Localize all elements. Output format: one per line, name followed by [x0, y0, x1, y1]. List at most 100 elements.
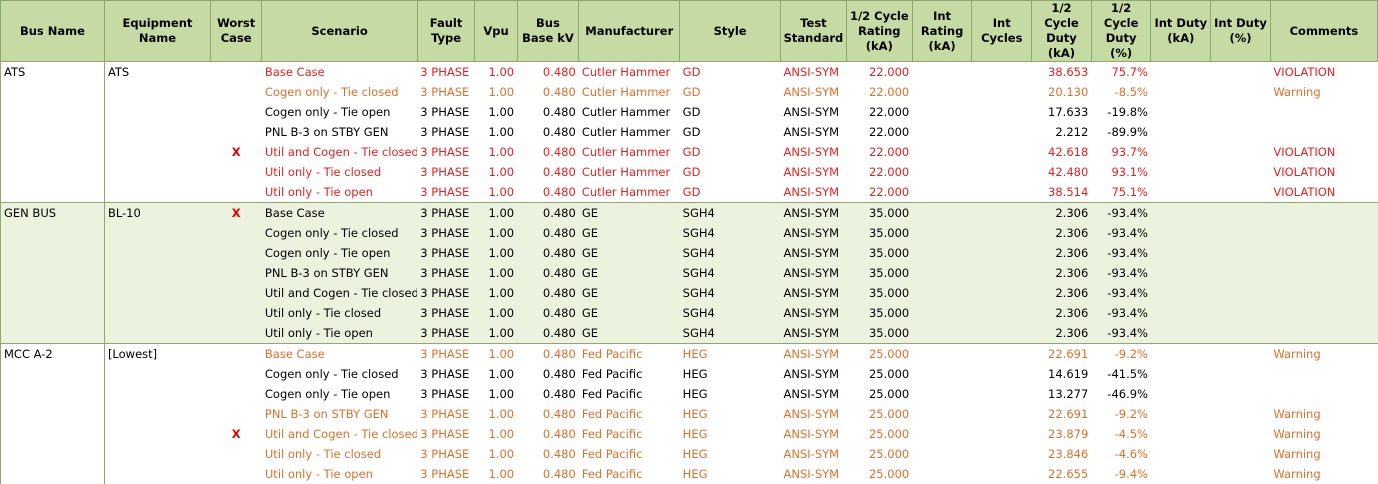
test-standard-cell: ANSI-SYM	[781, 62, 847, 83]
table-row[interactable]: Util only - Tie open3 PHASE1.000.480GESG…	[1, 323, 1378, 344]
equipment-name-cell	[104, 243, 210, 263]
vpu-cell: 1.00	[475, 142, 517, 162]
column-header-fault-type[interactable]: Fault Type	[417, 1, 475, 62]
table-row[interactable]: Cogen only - Tie open3 PHASE1.000.480GES…	[1, 243, 1378, 263]
worst-case-marker	[210, 464, 261, 484]
worst-case-marker	[210, 162, 261, 182]
equipment-name-cell	[104, 404, 210, 424]
table-row[interactable]: PNL B-3 on STBY GEN3 PHASE1.000.480Fed P…	[1, 404, 1378, 424]
column-header-bus-base-kv[interactable]: Bus Base kV	[517, 1, 579, 62]
scenario-cell: Cogen only - Tie open	[262, 102, 417, 122]
fault-type-cell: 3 PHASE	[417, 102, 475, 122]
table-row[interactable]: ATSATSBase Case3 PHASE1.000.480Cutler Ha…	[1, 62, 1378, 83]
table-row[interactable]: Util only - Tie open3 PHASE1.000.480Cutl…	[1, 182, 1378, 203]
table-row[interactable]: Cogen only - Tie open3 PHASE1.000.480Cut…	[1, 102, 1378, 122]
half-cycle-duty-pct-cell: -93.4%	[1091, 223, 1151, 243]
table-row[interactable]: Util only - Tie open3 PHASE1.000.480Fed …	[1, 464, 1378, 484]
column-header-scenario[interactable]: Scenario	[262, 1, 417, 62]
half-cycle-rating-cell: 25.000	[846, 384, 912, 404]
table-row[interactable]: MCC A-2[Lowest]Base Case3 PHASE1.000.480…	[1, 344, 1378, 365]
table-row[interactable]: Util only - Tie closed3 PHASE1.000.480Fe…	[1, 444, 1378, 464]
equipment-name-cell: [Lowest]	[104, 344, 210, 365]
column-header-half-cycle-duty-ka[interactable]: 1/2 Cycle Duty (kA)	[1032, 1, 1092, 62]
half-cycle-duty-pct-cell: 75.1%	[1091, 182, 1151, 203]
comment-cell: VIOLATION	[1270, 182, 1377, 203]
worst-case-marker	[210, 62, 261, 83]
half-cycle-duty-pct-cell: -93.4%	[1091, 303, 1151, 323]
style-cell: HEG	[680, 344, 781, 365]
equipment-name-cell	[104, 142, 210, 162]
table-body: ATSATSBase Case3 PHASE1.000.480Cutler Ha…	[1, 62, 1378, 484]
worst-case-marker	[210, 122, 261, 142]
vpu-cell: 1.00	[475, 62, 517, 83]
int-rating-cell	[912, 263, 972, 283]
style-cell: HEG	[680, 404, 781, 424]
int-rating-cell	[912, 424, 972, 444]
int-rating-cell	[912, 384, 972, 404]
worst-case-marker: X	[210, 424, 261, 444]
table-row[interactable]: Util and Cogen - Tie closed3 PHASE1.000.…	[1, 283, 1378, 303]
bus-base-kv-cell: 0.480	[517, 464, 579, 484]
column-header-comments[interactable]: Comments	[1270, 1, 1377, 62]
scenario-cell: Util only - Tie open	[262, 323, 417, 344]
half-cycle-duty-ka-cell: 14.619	[1032, 364, 1092, 384]
vpu-cell: 1.00	[475, 223, 517, 243]
int-duty-ka-cell	[1151, 303, 1211, 323]
half-cycle-rating-cell: 35.000	[846, 303, 912, 323]
fault-type-cell: 3 PHASE	[417, 62, 475, 83]
column-header-int-duty-pct[interactable]: Int Duty (%)	[1211, 1, 1271, 62]
test-standard-cell: ANSI-SYM	[781, 303, 847, 323]
column-header-half-cycle-rating[interactable]: 1/2 Cycle Rating (kA)	[846, 1, 912, 62]
table-row[interactable]: PNL B-3 on STBY GEN3 PHASE1.000.480GESGH…	[1, 263, 1378, 283]
table-row[interactable]: Util only - Tie closed3 PHASE1.000.480GE…	[1, 303, 1378, 323]
column-header-equipment-name[interactable]: Equipment Name	[104, 1, 210, 62]
equipment-name-cell	[104, 384, 210, 404]
half-cycle-duty-ka-cell: 22.655	[1032, 464, 1092, 484]
column-header-manufacturer[interactable]: Manufacturer	[579, 1, 680, 62]
int-duty-ka-cell	[1151, 323, 1211, 344]
style-cell: GD	[680, 62, 781, 83]
table-row[interactable]: Util only - Tie closed3 PHASE1.000.480Cu…	[1, 162, 1378, 182]
int-rating-cell	[912, 162, 972, 182]
int-duty-ka-cell	[1151, 102, 1211, 122]
half-cycle-duty-ka-cell: 13.277	[1032, 384, 1092, 404]
column-header-test-standard[interactable]: Test Standard	[781, 1, 847, 62]
test-standard-cell: ANSI-SYM	[781, 263, 847, 283]
int-rating-cell	[912, 344, 972, 365]
half-cycle-duty-pct-cell: -9.4%	[1091, 464, 1151, 484]
vpu-cell: 1.00	[475, 162, 517, 182]
table-row[interactable]: Cogen only - Tie closed3 PHASE1.000.480G…	[1, 223, 1378, 243]
int-duty-ka-cell	[1151, 364, 1211, 384]
comment-cell: Warning	[1270, 82, 1377, 102]
column-header-worst-case[interactable]: Worst Case	[210, 1, 261, 62]
table-row[interactable]: GEN BUSBL-10XBase Case3 PHASE1.000.480GE…	[1, 203, 1378, 224]
column-header-int-rating[interactable]: Int Rating (kA)	[912, 1, 972, 62]
int-rating-cell	[912, 223, 972, 243]
column-header-bus-name[interactable]: Bus Name	[1, 1, 105, 62]
table-row[interactable]: PNL B-3 on STBY GEN3 PHASE1.000.480Cutle…	[1, 122, 1378, 142]
column-header-half-cycle-duty-pct[interactable]: 1/2 Cycle Duty (%)	[1091, 1, 1151, 62]
table-row[interactable]: Cogen only - Tie closed3 PHASE1.000.480F…	[1, 364, 1378, 384]
column-header-int-cycles[interactable]: Int Cycles	[972, 1, 1032, 62]
bus-base-kv-cell: 0.480	[517, 102, 579, 122]
int-duty-ka-cell	[1151, 283, 1211, 303]
table-row[interactable]: Cogen only - Tie open3 PHASE1.000.480Fed…	[1, 384, 1378, 404]
fault-type-cell: 3 PHASE	[417, 464, 475, 484]
table-row[interactable]: XUtil and Cogen - Tie closed3 PHASE1.000…	[1, 142, 1378, 162]
equipment-name-cell	[104, 364, 210, 384]
column-header-int-duty-ka[interactable]: Int Duty (kA)	[1151, 1, 1211, 62]
fault-type-cell: 3 PHASE	[417, 263, 475, 283]
column-header-vpu[interactable]: Vpu	[475, 1, 517, 62]
half-cycle-duty-ka-cell: 20.130	[1032, 82, 1092, 102]
bus-name-cell	[1, 283, 105, 303]
half-cycle-rating-cell: 22.000	[846, 142, 912, 162]
bus-base-kv-cell: 0.480	[517, 303, 579, 323]
table-row[interactable]: Cogen only - Tie closed3 PHASE1.000.480C…	[1, 82, 1378, 102]
column-header-style[interactable]: Style	[680, 1, 781, 62]
worst-case-marker	[210, 223, 261, 243]
equipment-name-cell	[104, 82, 210, 102]
bus-name-cell: GEN BUS	[1, 203, 105, 224]
table-row[interactable]: XUtil and Cogen - Tie closed3 PHASE1.000…	[1, 424, 1378, 444]
int-cycles-cell	[972, 203, 1032, 224]
int-cycles-cell	[972, 384, 1032, 404]
